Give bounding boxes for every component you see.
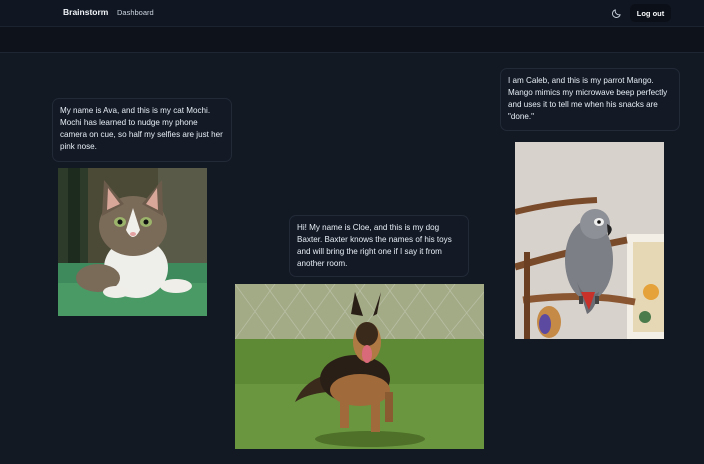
sub-header-bar <box>0 27 704 53</box>
brand-logo[interactable]: Brainstorm <box>63 7 108 17</box>
top-navbar: Brainstorm Dashboard Log out <box>0 0 704 27</box>
logout-button[interactable]: Log out <box>630 4 671 22</box>
post-caption-text: Hi! My name is Cloe, and this is my dog … <box>297 223 452 268</box>
post-caption-cloe: Hi! My name is Cloe, and this is my dog … <box>289 215 469 277</box>
post-caption-text: I am Caleb, and this is my parrot Mango.… <box>508 76 668 121</box>
cat-photo <box>58 168 207 316</box>
moon-icon[interactable] <box>609 6 623 20</box>
post-caption-caleb: I am Caleb, and this is my parrot Mango.… <box>500 68 680 131</box>
dog-photo <box>235 284 484 449</box>
post-caption-text: My name is Ava, and this is my cat Mochi… <box>60 106 223 151</box>
parrot-photo <box>515 142 664 339</box>
post-caption-ava: My name is Ava, and this is my cat Mochi… <box>52 98 232 162</box>
nav-link-dashboard[interactable]: Dashboard <box>117 8 154 17</box>
